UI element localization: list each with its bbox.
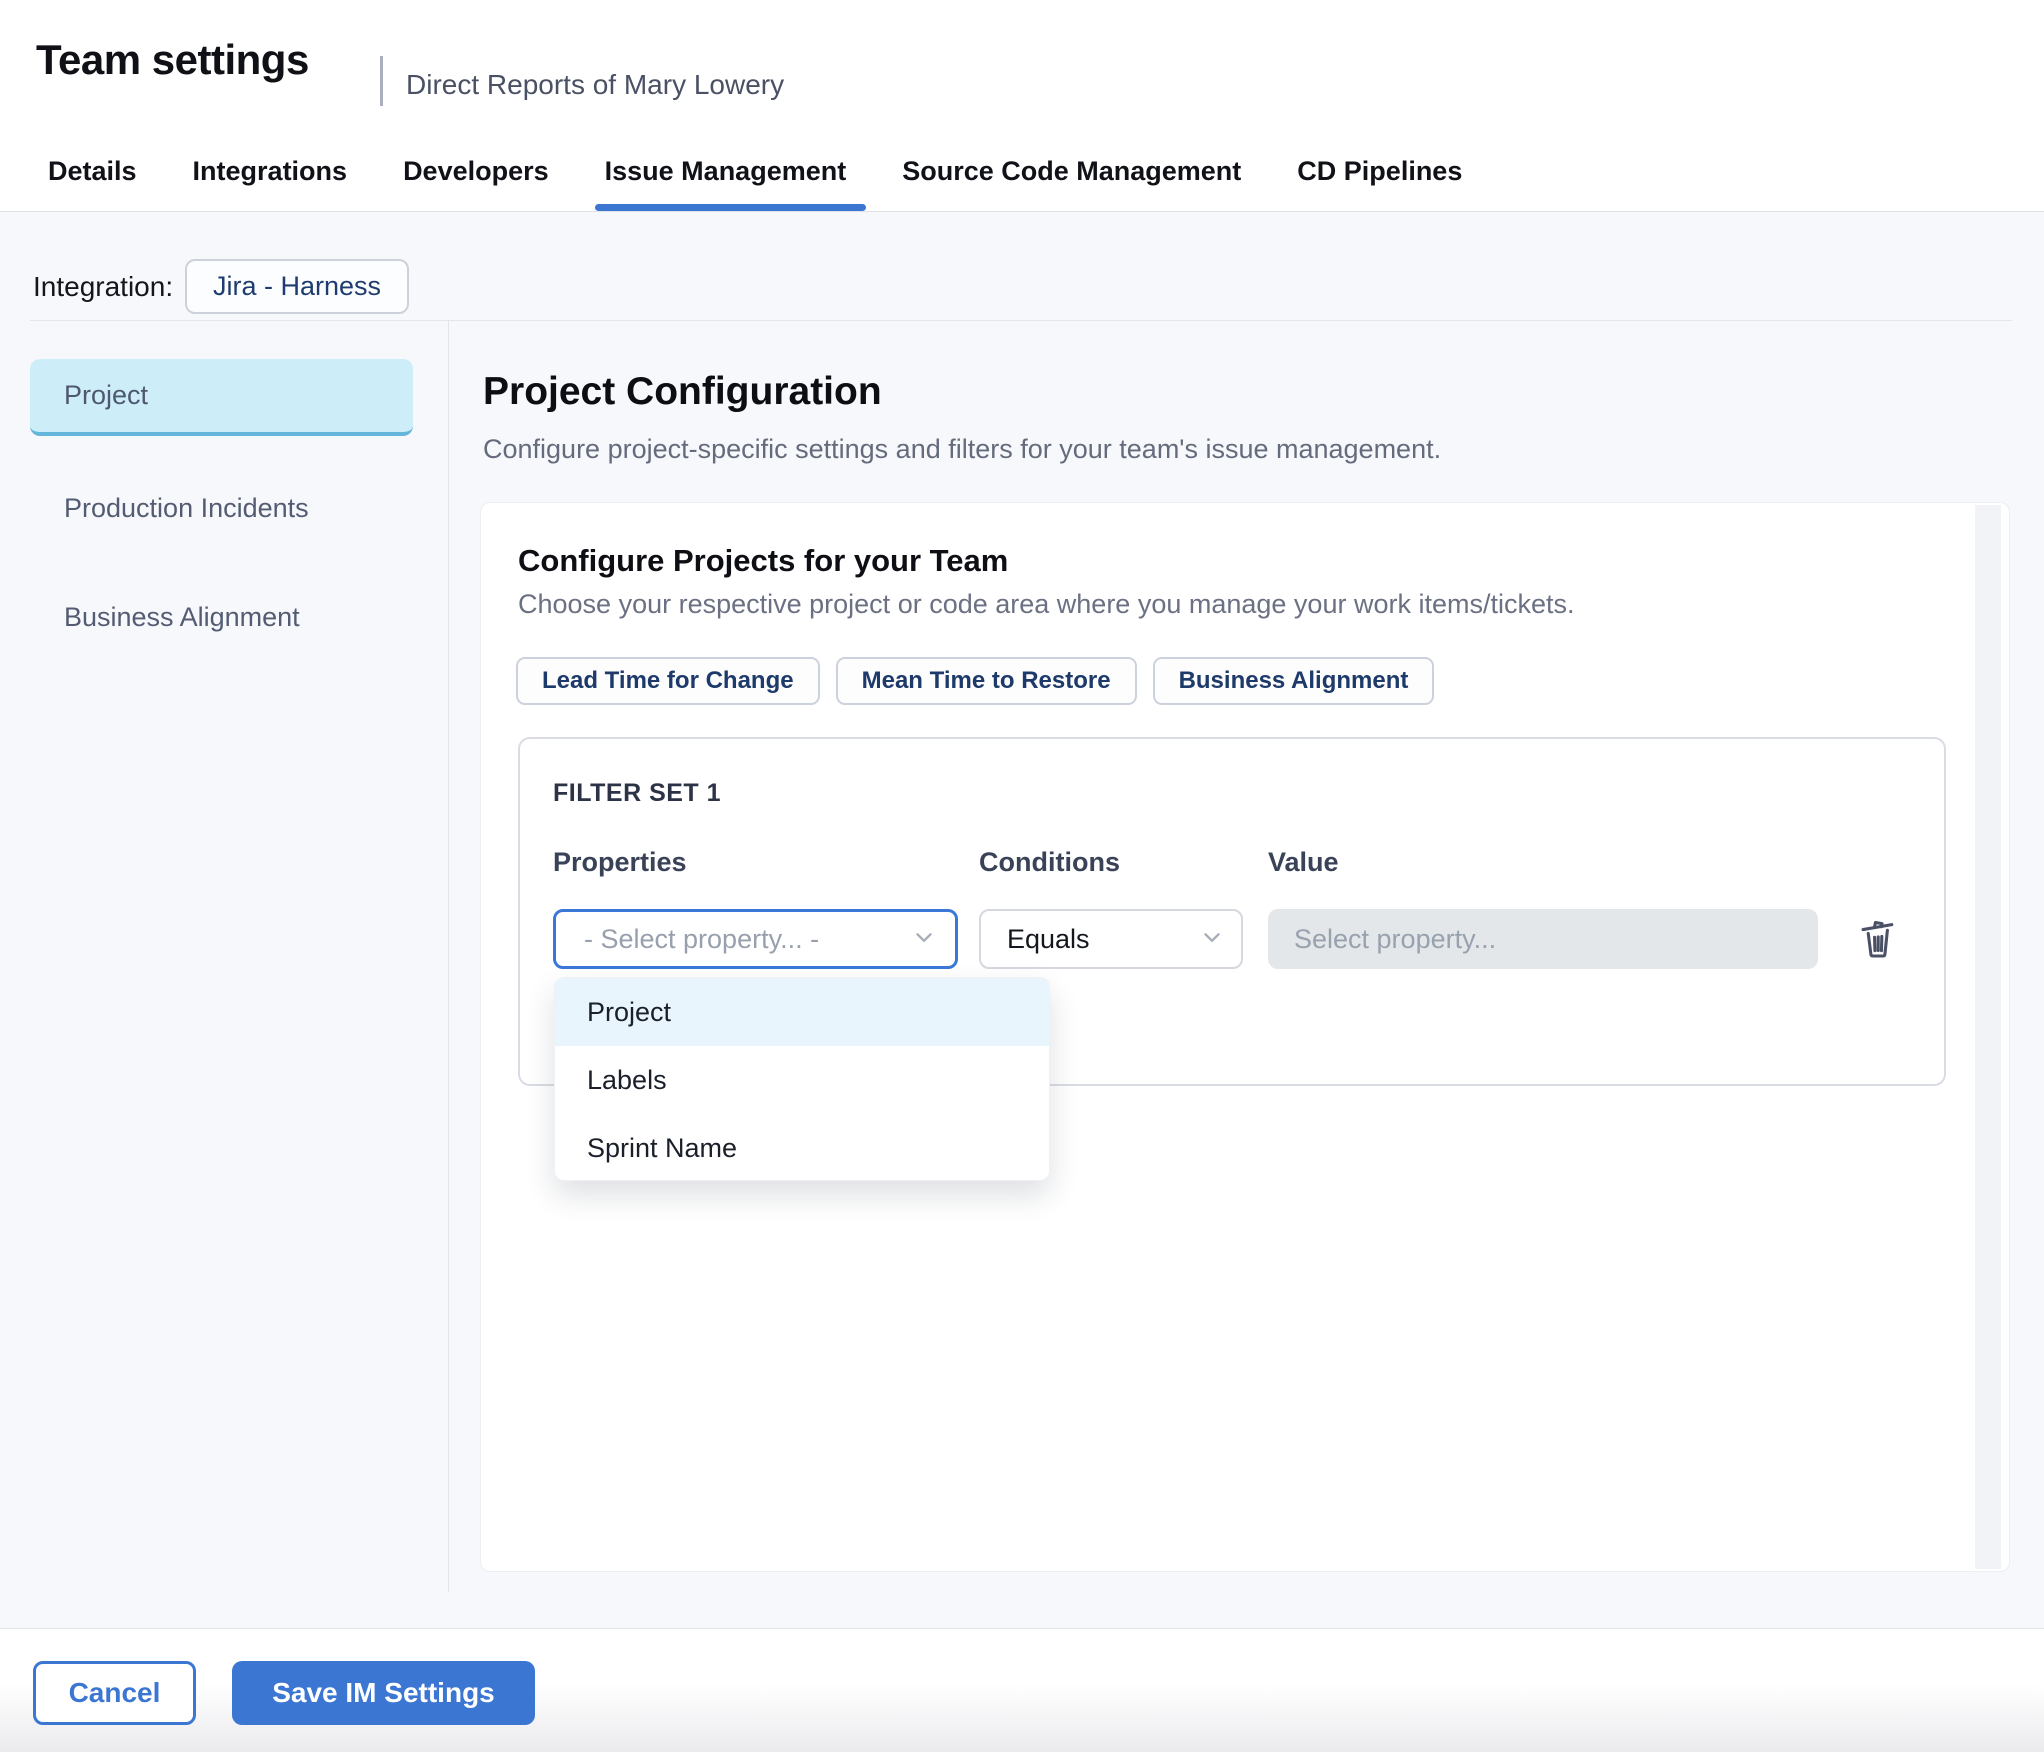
integration-label: Integration: xyxy=(33,271,174,302)
cancel-button[interactable]: Cancel xyxy=(33,1661,196,1725)
title-separator xyxy=(380,56,383,106)
integration-divider xyxy=(30,320,2012,321)
column-label-value: Value xyxy=(1268,847,1339,877)
filter-set-title: FILTER SET 1 xyxy=(553,779,722,807)
section-description: Configure project-specific settings and … xyxy=(483,434,1442,464)
column-label-properties: Properties xyxy=(553,847,687,877)
tab-details[interactable]: Details xyxy=(46,156,139,187)
sidebar-divider xyxy=(448,321,449,1592)
save-im-settings-button[interactable]: Save IM Settings xyxy=(232,1661,535,1725)
dropdown-option-sprint-name[interactable]: Sprint Name xyxy=(555,1114,1049,1180)
value-input[interactable] xyxy=(1268,909,1818,969)
delete-filter-button[interactable] xyxy=(1854,913,1902,965)
card-description: Choose your respective project or code a… xyxy=(518,589,1575,619)
chip-mean-time-to-restore[interactable]: Mean Time to Restore xyxy=(835,657,1137,705)
tab-developers[interactable]: Developers xyxy=(401,156,551,187)
page-subtitle: Direct Reports of Mary Lowery xyxy=(406,69,785,100)
tab-source-code-management[interactable]: Source Code Management xyxy=(900,156,1243,187)
property-select-value: - Select property... - xyxy=(584,923,820,954)
sidebar-item-business-alignment[interactable]: Business Alignment xyxy=(30,587,413,647)
tab-integrations[interactable]: Integrations xyxy=(191,156,350,187)
chip-lead-time-for-change[interactable]: Lead Time for Change xyxy=(516,657,820,705)
dropdown-option-project[interactable]: Project xyxy=(555,978,1049,1046)
integration-chip[interactable]: Jira - Harness xyxy=(185,259,410,314)
tab-bar: Details Integrations Developers Issue Ma… xyxy=(46,140,1464,211)
metric-chip-row: Lead Time for Change Mean Time to Restor… xyxy=(516,657,1435,705)
project-configuration-card: Configure Projects for your Team Choose … xyxy=(480,502,2010,1572)
column-label-conditions: Conditions xyxy=(979,847,1120,877)
card-title: Configure Projects for your Team xyxy=(518,543,1009,578)
condition-select-value: Equals xyxy=(1007,923,1090,954)
sidebar-item-production-incidents[interactable]: Production Incidents xyxy=(30,478,413,538)
page-title: Team settings xyxy=(36,36,309,83)
filter-set-card: FILTER SET 1 Properties Conditions Value… xyxy=(518,737,1946,1181)
dropdown-option-labels[interactable]: Labels xyxy=(555,1046,1049,1114)
sidebar-item-project[interactable]: Project xyxy=(30,359,413,436)
tab-issue-management[interactable]: Issue Management xyxy=(594,156,866,211)
chevron-down-icon xyxy=(911,924,937,955)
scrollbar[interactable] xyxy=(1975,505,2001,1569)
trash-icon xyxy=(1855,913,1901,966)
property-select[interactable]: - Select property... - xyxy=(553,909,958,969)
section-title: Project Configuration xyxy=(483,370,882,413)
footer: Cancel Save IM Settings xyxy=(0,1628,2044,1752)
tab-cd-pipelines[interactable]: CD Pipelines xyxy=(1295,156,1464,187)
property-dropdown: Project Labels Sprint Name xyxy=(554,977,1050,1181)
chevron-down-icon xyxy=(1199,924,1225,955)
chip-business-alignment[interactable]: Business Alignment xyxy=(1152,657,1435,705)
condition-select[interactable]: Equals xyxy=(979,909,1243,969)
